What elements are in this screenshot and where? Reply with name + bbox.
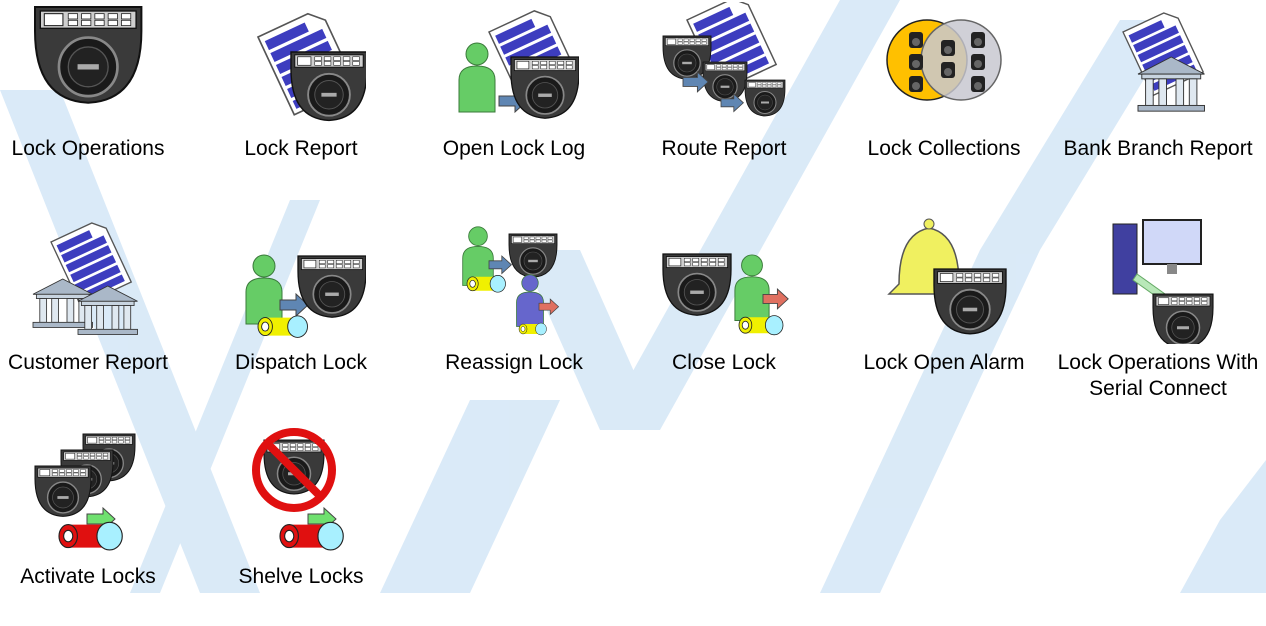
shortcut-label: Route Report [661, 137, 787, 160]
shortcut-label: Lock Operations With Serial Connect [1057, 351, 1259, 400]
shortcut-label: Close Lock [672, 351, 776, 374]
route-report-icon [659, 2, 789, 132]
shortcut-route-report[interactable]: Route Report [618, 0, 830, 200]
close-lock-icon [659, 214, 789, 344]
shortcut-label: Bank Branch Report [1063, 137, 1253, 160]
shortcut-label: Activate Locks [20, 565, 156, 588]
bank-branch-report-icon [1093, 2, 1223, 132]
customer-report-icon [23, 214, 153, 344]
shortcut-customer-report[interactable]: Customer Report [0, 212, 194, 412]
shortcut-label: Dispatch Lock [235, 351, 367, 374]
shortcut-bank-branch-report[interactable]: Bank Branch Report [1052, 0, 1264, 200]
shortcut-label: Shelve Locks [238, 565, 364, 588]
shortcut-label: Lock Open Alarm [863, 351, 1025, 374]
open-lock-log-icon [449, 2, 579, 132]
activate-locks-icon [23, 428, 153, 558]
shortcut-lock-open-alarm[interactable]: Lock Open Alarm [838, 212, 1050, 412]
lock-collections-icon [879, 2, 1009, 132]
shortcut-open-lock-log[interactable]: Open Lock Log [408, 0, 620, 200]
shortcut-lock-keypad[interactable]: Lock Operations [0, 0, 194, 200]
serial-connect-icon [1093, 214, 1223, 344]
shortcut-label: Customer Report [8, 351, 168, 374]
shortcut-label: Reassign Lock [445, 351, 583, 374]
dispatch-lock-icon [236, 214, 366, 344]
shortcut-shelve-locks[interactable]: Shelve Locks [195, 426, 407, 626]
shortcut-reassign-lock[interactable]: Reassign Lock [408, 212, 620, 412]
shortcut-label: Open Lock Log [442, 137, 586, 160]
shortcut-serial-connect[interactable]: Lock Operations With Serial Connect [1052, 212, 1264, 412]
shortcut-lock-report[interactable]: Lock Report [195, 0, 407, 200]
reassign-lock-icon [449, 214, 579, 344]
lock-keypad-icon [23, 2, 153, 132]
shortcut-activate-locks[interactable]: Activate Locks [0, 426, 194, 626]
shortcut-label: Lock Operations [11, 137, 165, 160]
icon-grid: Lock Operations Lock Report Open Lock Lo… [0, 0, 1266, 593]
shortcut-label: Lock Collections [867, 137, 1021, 160]
shortcut-label: Lock Report [244, 137, 358, 160]
shortcut-dispatch-lock[interactable]: Dispatch Lock [195, 212, 407, 412]
shortcut-lock-collections[interactable]: Lock Collections [838, 0, 1050, 200]
shortcut-close-lock[interactable]: Close Lock [618, 212, 830, 412]
lock-open-alarm-icon [879, 214, 1009, 344]
lock-report-icon [236, 2, 366, 132]
shelve-locks-icon [236, 428, 366, 558]
